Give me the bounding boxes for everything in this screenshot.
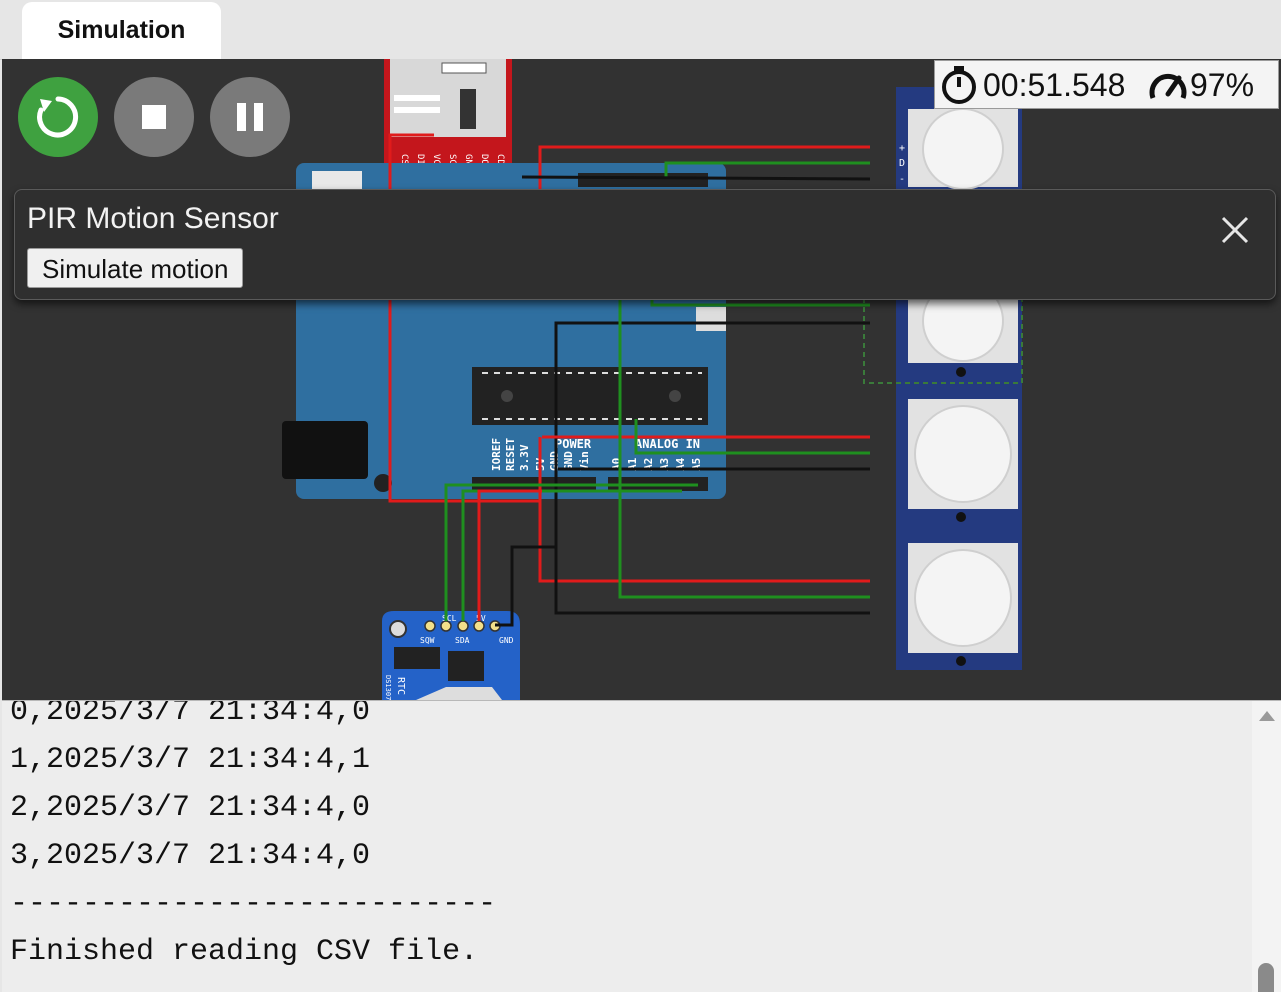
- rtc-pin-sqw: SQW: [420, 636, 435, 645]
- restart-button[interactable]: [18, 77, 98, 157]
- close-icon[interactable]: [1215, 210, 1255, 250]
- vertical-scrollbar[interactable]: [1252, 701, 1281, 992]
- popup-title: PIR Motion Sensor: [27, 202, 279, 235]
- rtc-pin-gnd: GND: [499, 636, 514, 645]
- serial-line: ---------------------------: [10, 887, 497, 921]
- rtc-pin-sda: SDA: [455, 636, 470, 645]
- pir-pin-labels: + D -: [899, 143, 905, 185]
- pause-button[interactable]: [210, 77, 290, 157]
- pin-label-ioref: IOREF: [490, 438, 503, 471]
- stop-icon: [142, 105, 166, 129]
- rtc-pin-5v: 5V: [476, 614, 486, 623]
- tab-simulation[interactable]: Simulation: [22, 2, 221, 59]
- pir-pin-plus: +: [899, 143, 905, 154]
- rtc-label: RTC: [395, 677, 406, 695]
- serial-monitor[interactable]: 0,2025/3/7 21:34:4,0 1,2025/3/7 21:34:4,…: [2, 700, 1281, 992]
- pin-label-3v3: 3.3V: [518, 444, 531, 471]
- analog-header-label: ANALOG IN: [635, 437, 700, 451]
- serial-line: 2,2025/3/7 21:34:4,0: [10, 791, 371, 825]
- serial-line: 1,2025/3/7 21:34:4,1: [10, 743, 371, 777]
- scroll-up-arrow-icon[interactable]: [1258, 709, 1276, 723]
- simulation-speed: 97%: [1190, 67, 1255, 103]
- tab-bar: Simulation: [0, 0, 1281, 60]
- rtc-chip-label: DS1307: [384, 675, 392, 700]
- simulate-motion-button[interactable]: Simulate motion: [27, 248, 244, 288]
- simulation-timer: 00:51.548 97%: [934, 60, 1279, 109]
- pir-pin-minus: -: [899, 174, 905, 185]
- simulation-canvas[interactable]: CS DI VCC SCK GND DO CD POWER ANALOG IN …: [2, 59, 1281, 700]
- pause-icon: [237, 103, 263, 131]
- stop-button[interactable]: [114, 77, 194, 157]
- pir-pin-d: D: [899, 158, 905, 169]
- scrollbar-thumb[interactable]: [1258, 963, 1274, 992]
- serial-line: Finished reading CSV file.: [10, 935, 479, 969]
- restart-icon: [37, 96, 79, 138]
- rtc-pin-scl: SCL: [442, 614, 457, 623]
- serial-line: 3,2025/3/7 21:34:4,0: [10, 839, 371, 873]
- pir-sensor-popup: PIR Motion Sensor Simulate motion: [14, 189, 1276, 300]
- speed-gauge-icon: [1149, 74, 1187, 99]
- pir-sensor-column[interactable]: + D -: [863, 87, 1023, 670]
- elapsed-time: 00:51.548: [983, 67, 1126, 103]
- serial-line: 0,2025/3/7 21:34:4,0: [10, 700, 371, 729]
- stopwatch-icon: [942, 66, 976, 104]
- pin-label-reset: RESET: [504, 438, 517, 471]
- power-header-label: POWER: [555, 437, 592, 451]
